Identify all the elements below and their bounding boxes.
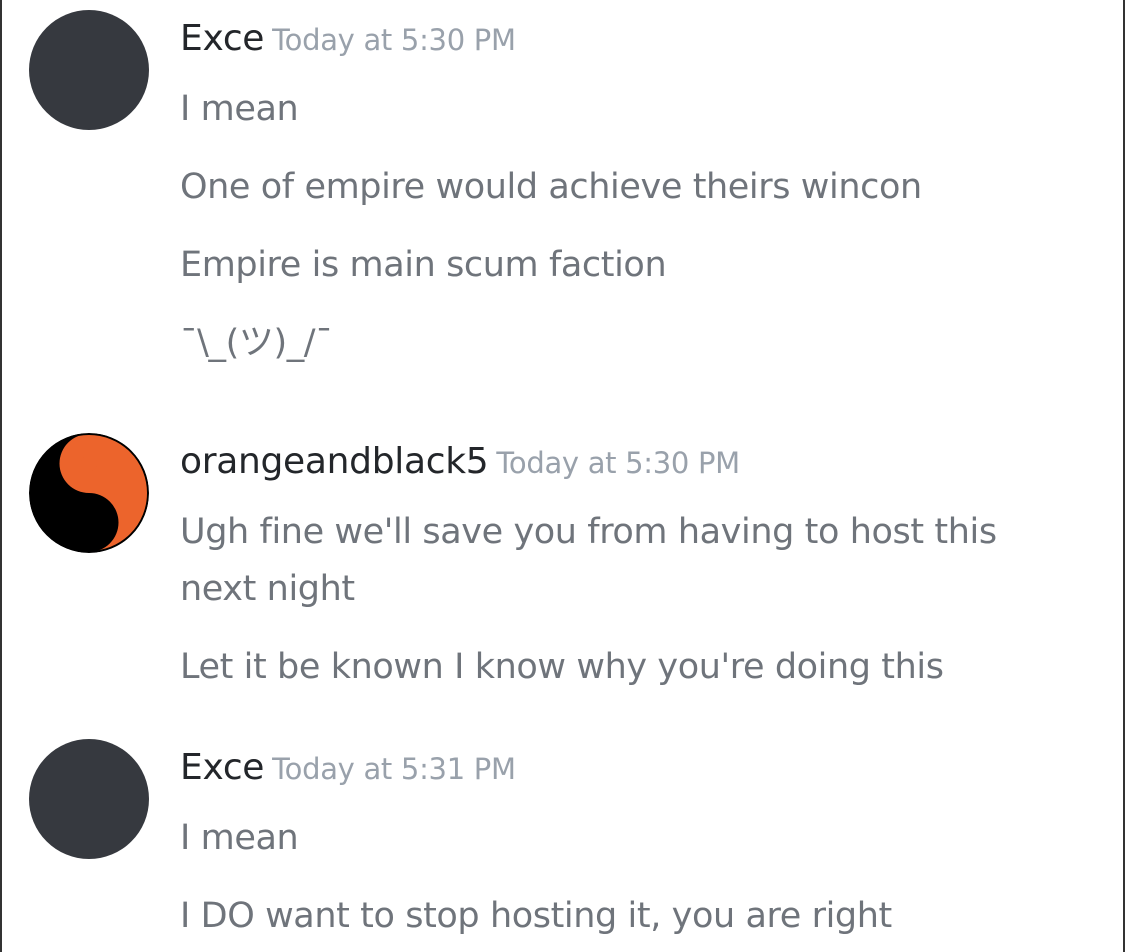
timestamp: Today at 5:30 PM [272, 23, 516, 57]
username[interactable]: orangeandblack5 [180, 441, 489, 482]
message-text: One of empire would achieve theirs winco… [180, 167, 922, 207]
message-text: Let it be known I know why you're doing … [180, 647, 944, 687]
message-text: Ugh fine we'll save you from having to h… [180, 512, 997, 609]
message-text: Empire is main scum faction [180, 245, 667, 285]
avatar[interactable] [29, 739, 149, 859]
message-header: Exce Today at 5:31 PM [180, 747, 516, 788]
message-header: Exce Today at 5:30 PM [180, 18, 516, 59]
chat-window: Exce Today at 5:30 PM I mean One of empir… [0, 0, 1125, 952]
message-text: I mean [180, 89, 299, 129]
message-text: ¯\_(ツ)_/¯ [180, 323, 333, 363]
username[interactable]: Exce [180, 747, 264, 788]
message-header: orangeandblack5 Today at 5:30 PM [180, 441, 740, 482]
avatar[interactable] [29, 433, 149, 553]
avatar[interactable] [29, 10, 149, 130]
username[interactable]: Exce [180, 18, 264, 59]
message-text: I mean [180, 818, 299, 858]
yin-yang-icon [29, 433, 149, 553]
timestamp: Today at 5:31 PM [272, 752, 516, 786]
timestamp: Today at 5:30 PM [496, 446, 740, 480]
message-text: I DO want to stop hosting it, you are ri… [180, 896, 892, 936]
